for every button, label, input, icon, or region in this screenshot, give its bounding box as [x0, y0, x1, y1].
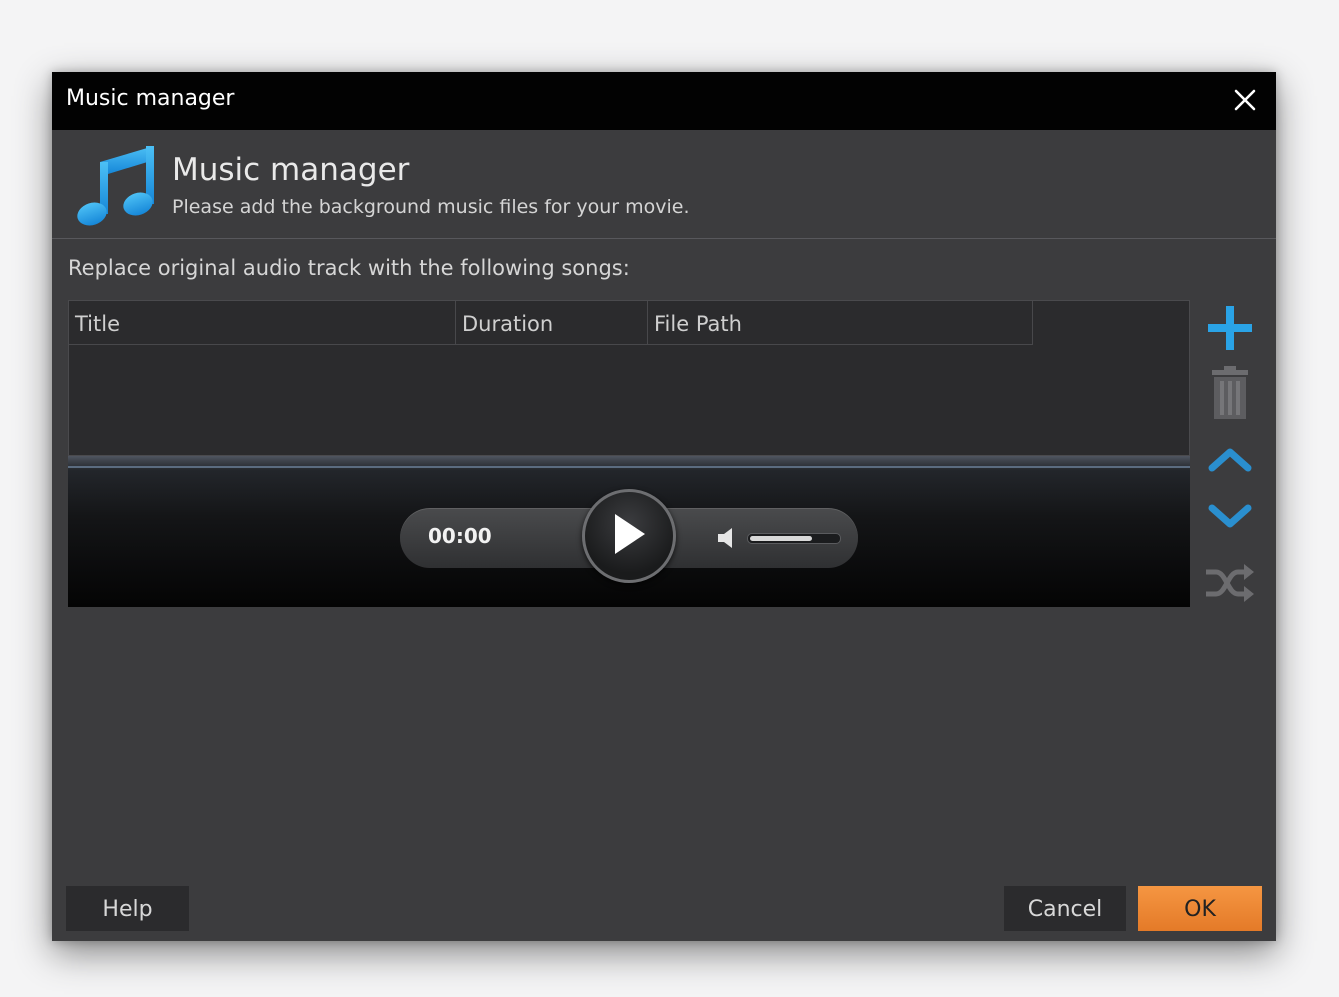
help-button[interactable]: Help [66, 886, 189, 931]
music-manager-window-frame: Music manager Music manager Please add t… [52, 72, 1276, 941]
header-subtitle: Please add the background music files fo… [172, 196, 690, 218]
play-icon [615, 514, 645, 554]
replace-audio-label: Replace original audio track with the fo… [68, 256, 630, 280]
delete-icon [1212, 366, 1248, 419]
music-manager-window: Music manager Music manager Please add t… [52, 72, 1276, 941]
column-header-duration[interactable]: Duration [455, 301, 647, 344]
column-header-file-path[interactable]: File Path [647, 301, 1032, 344]
add-song-button[interactable] [1202, 300, 1258, 356]
volume-slider[interactable] [747, 533, 841, 544]
shuffle-button[interactable] [1202, 558, 1258, 608]
table-header: Title Duration File Path [69, 301, 1033, 345]
playback-time: 00:00 [428, 524, 492, 548]
move-down-icon [1208, 504, 1252, 528]
delete-song-button[interactable] [1202, 364, 1258, 422]
window-title: Music manager [66, 86, 235, 111]
play-button[interactable] [582, 489, 676, 583]
ok-button[interactable]: OK [1138, 886, 1262, 931]
column-header-title[interactable]: Title [69, 301, 455, 344]
dialog-header: Music manager Please add the background … [52, 130, 1276, 239]
add-icon [1208, 306, 1252, 350]
cancel-button[interactable]: Cancel [1004, 886, 1126, 931]
title-bar: Music manager [52, 72, 1276, 130]
shuffle-icon [1206, 564, 1254, 602]
close-button[interactable] [1232, 87, 1258, 113]
move-up-icon [1208, 448, 1252, 472]
volume-level-fill [750, 536, 812, 541]
music-note-icon [77, 146, 154, 226]
move-down-button[interactable] [1202, 496, 1258, 536]
header-title: Music manager [172, 152, 410, 188]
player-controls: 00:00 [400, 489, 858, 583]
close-icon [1234, 89, 1256, 111]
song-table[interactable]: Title Duration File Path [68, 300, 1190, 456]
player-divider [68, 466, 1190, 468]
volume-icon[interactable] [716, 526, 738, 550]
audio-player: 00:00 [68, 456, 1190, 607]
move-up-button[interactable] [1202, 440, 1258, 480]
